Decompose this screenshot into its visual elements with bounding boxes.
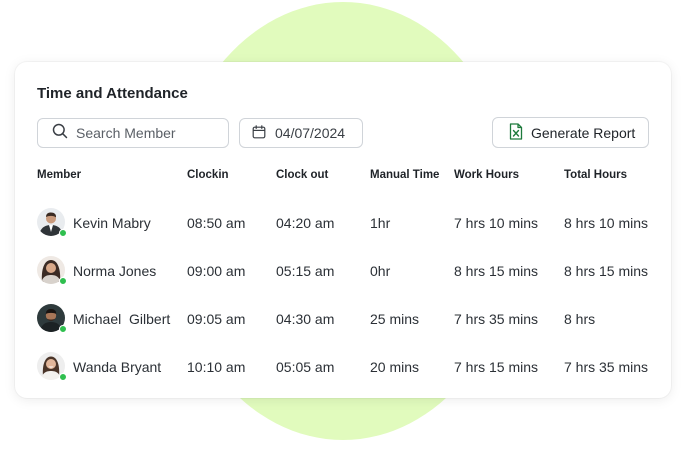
search-input[interactable] [76,125,216,141]
total-hours-cell: 8 hrs 10 mins [564,215,649,231]
manual-time-cell: 1hr [370,215,391,231]
work-hours-cell: 7 hrs 35 mins [454,311,539,327]
online-status-dot [59,373,67,381]
avatar [37,256,67,285]
online-status-dot [59,229,67,237]
date-value: 04/07/2024 [275,125,346,141]
clockout-cell: 04:20 am [276,215,335,231]
avatar [37,304,67,333]
online-status-dot [59,325,67,333]
search-box[interactable] [37,118,229,148]
member-name: Michael Gilbert [73,311,171,327]
work-hours-cell: 7 hrs 10 mins [454,215,539,231]
clockin-cell: 08:50 am [187,215,246,231]
manual-time-cell: 0hr [370,263,391,279]
card-title: Time and Attendance [37,85,188,102]
online-status-dot [59,277,67,285]
member-name: Norma Jones [73,263,157,279]
member-name: Wanda Bryant [73,359,162,375]
table-row[interactable]: Michael Gilbert 09:05 am 04:30 am 25 min… [15,299,671,339]
generate-report-button[interactable]: Generate Report [492,117,649,148]
header-member: Member [37,169,82,181]
clockout-cell: 05:15 am [276,263,335,279]
manual-time-cell: 25 mins [370,311,420,327]
avatar [37,208,67,237]
clockout-cell: 05:05 am [276,359,335,375]
table-row[interactable]: Norma Jones 09:00 am 05:15 am 0hr 8 hrs … [15,251,671,291]
clockout-cell: 04:30 am [276,311,335,327]
work-hours-cell: 7 hrs 15 mins [454,359,539,375]
table-row[interactable]: Kevin Mabry 08:50 am 04:20 am 1hr 7 hrs … [15,203,671,243]
excel-file-icon [509,122,523,143]
attendance-card: Time and Attendance 04/07/2024 [15,62,671,398]
work-hours-cell: 8 hrs 15 mins [454,263,539,279]
clockin-cell: 10:10 am [187,359,246,375]
total-hours-cell: 8 hrs [564,311,596,327]
date-picker[interactable]: 04/07/2024 [239,118,363,148]
header-manual-time: Manual Time [370,169,440,181]
header-total-hours: Total Hours [564,169,628,181]
table-row[interactable]: Wanda Bryant 10:10 am 05:05 am 20 mins 7… [15,347,671,387]
calendar-icon [252,124,266,142]
avatar [37,352,67,381]
header-clockout: Clock out [276,169,329,181]
clockin-cell: 09:00 am [187,263,246,279]
generate-report-label: Generate Report [531,124,636,141]
total-hours-cell: 7 hrs 35 mins [564,359,649,375]
total-hours-cell: 8 hrs 15 mins [564,263,649,279]
clockin-cell: 09:05 am [187,311,246,327]
manual-time-cell: 20 mins [370,359,420,375]
header-work-hours: Work Hours [454,169,519,181]
search-icon [52,123,68,144]
member-name: Kevin Mabry [73,215,151,231]
header-clockin: Clockin [187,169,229,181]
